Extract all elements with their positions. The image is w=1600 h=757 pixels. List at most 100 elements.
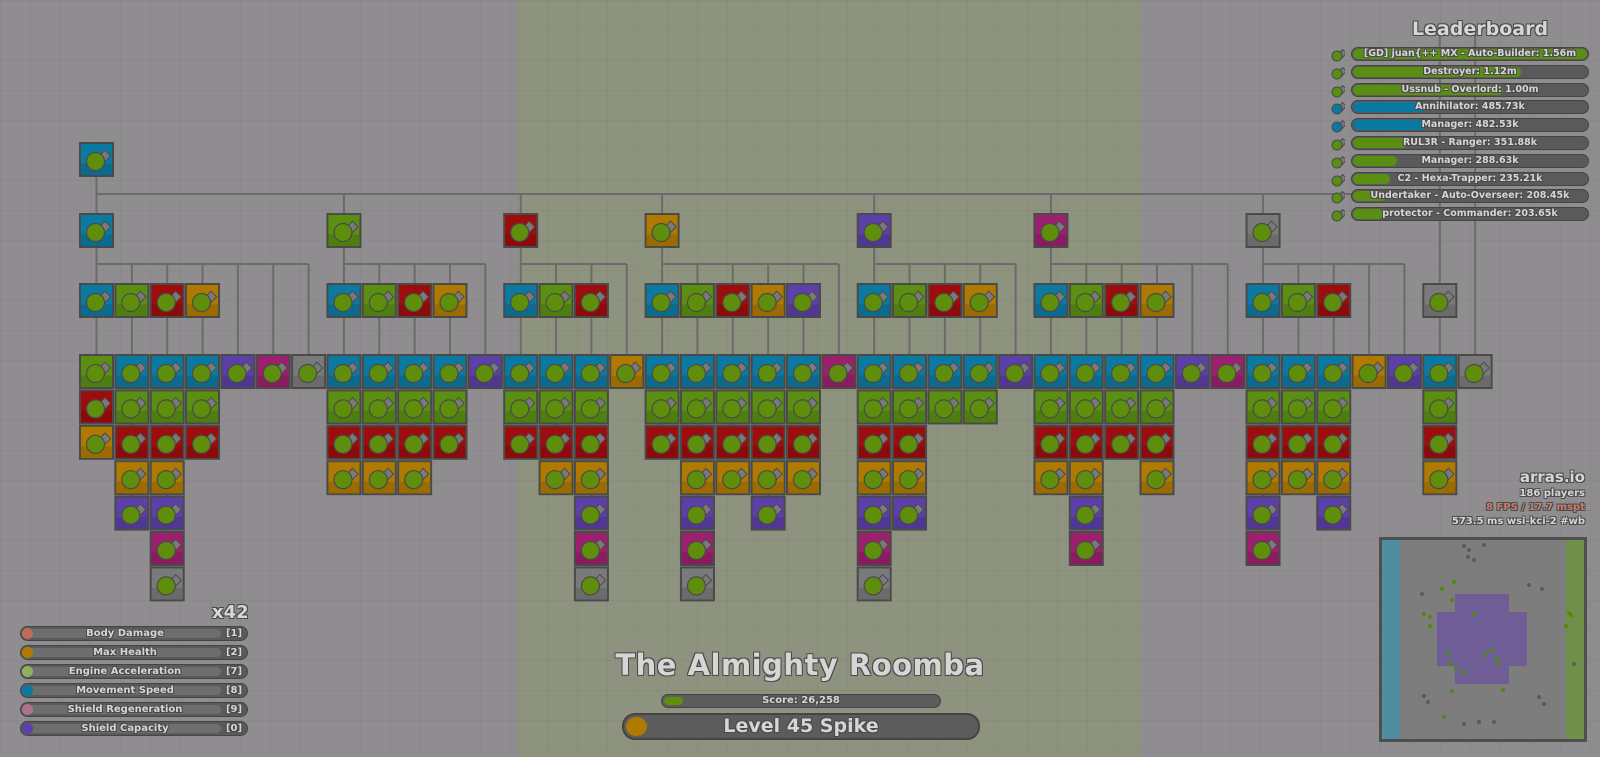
- upgrade-tank-tier3[interactable]: [149, 424, 185, 460]
- upgrade-tank-tier3[interactable]: [573, 531, 609, 566]
- upgrade-tank-tier2[interactable]: [1139, 283, 1175, 318]
- stat-upgrade-max-health[interactable]: Max Health [2]: [20, 644, 248, 660]
- upgrade-tank-tier3[interactable]: [114, 424, 150, 460]
- upgrade-tank-tier3[interactable]: [1422, 389, 1458, 425]
- upgrade-tank-tier3[interactable]: [361, 460, 397, 496]
- upgrade-tank-tier3[interactable]: [114, 389, 150, 425]
- upgrade-tank-tier3[interactable]: [786, 460, 821, 496]
- upgrade-tank-tier3[interactable]: [1104, 389, 1140, 425]
- upgrade-tank-tier2[interactable]: [892, 283, 928, 318]
- upgrade-tank-tier3[interactable]: [573, 566, 609, 602]
- upgrade-tank-tier2[interactable]: [114, 283, 150, 318]
- upgrade-tank-tier1[interactable]: [1033, 213, 1069, 248]
- upgrade-tank-tier3[interactable]: [892, 389, 928, 425]
- upgrade-tank-tier3[interactable]: [1245, 460, 1281, 496]
- upgrade-tank-tier3[interactable]: [1139, 354, 1175, 389]
- upgrade-tank-tier3[interactable]: [1068, 389, 1104, 425]
- upgrade-tank-tier3[interactable]: [1104, 354, 1140, 389]
- upgrade-tank-tier3[interactable]: [538, 424, 574, 460]
- upgrade-tank-tier3[interactable]: [1033, 389, 1069, 425]
- upgrade-tank-tier2[interactable]: [1033, 283, 1069, 318]
- upgrade-tank-tier3[interactable]: [326, 389, 362, 425]
- upgrade-tank-tier3[interactable]: [114, 495, 150, 531]
- upgrade-tank-tier1[interactable]: [326, 213, 362, 248]
- upgrade-tank-tier3[interactable]: [149, 460, 185, 496]
- upgrade-tank-tier3[interactable]: [679, 531, 715, 566]
- upgrade-tank-tier3[interactable]: [149, 495, 185, 531]
- upgrade-tank-tier2[interactable]: [149, 283, 185, 318]
- upgrade-tank-tier2[interactable]: [185, 283, 221, 318]
- upgrade-tank-tier2[interactable]: [856, 283, 892, 318]
- stat-upgrade-engine-acceleration[interactable]: Engine Acceleration [7]: [20, 663, 248, 679]
- upgrade-tank-tier3[interactable]: [679, 566, 715, 602]
- upgrade-tank-tier3[interactable]: [927, 354, 963, 389]
- upgrade-tank-tier3[interactable]: [644, 389, 680, 425]
- upgrade-tank-tier3[interactable]: [432, 389, 468, 425]
- upgrade-tank-tier3[interactable]: [1174, 354, 1210, 389]
- upgrade-tank-tier2[interactable]: [927, 283, 963, 318]
- upgrade-tank-tier3[interactable]: [750, 389, 786, 425]
- upgrade-tank-tier3[interactable]: [1280, 389, 1316, 425]
- upgrade-tank-tier2[interactable]: [326, 283, 362, 318]
- upgrade-tank-tier3[interactable]: [1316, 460, 1352, 496]
- upgrade-tank-tier1[interactable]: [856, 213, 892, 248]
- upgrade-tank-tier3[interactable]: [786, 354, 821, 389]
- upgrade-tank-tier3[interactable]: [467, 354, 503, 389]
- stat-upgrade-movement-speed[interactable]: Movement Speed [8]: [20, 682, 248, 698]
- upgrade-tank-tier3[interactable]: [538, 460, 574, 496]
- upgrade-tank-tier3[interactable]: [609, 354, 645, 389]
- upgrade-tank-tier3[interactable]: [432, 354, 468, 389]
- upgrade-tank-tier3[interactable]: [679, 460, 715, 496]
- upgrade-tank-tier3[interactable]: [185, 389, 221, 425]
- upgrade-tank-tier3[interactable]: [927, 389, 963, 425]
- upgrade-tank-tier3[interactable]: [1386, 354, 1422, 389]
- upgrade-tank-tier3[interactable]: [856, 389, 892, 425]
- upgrade-tank-tier3[interactable]: [1280, 354, 1316, 389]
- stat-upgrade-shield-capacity[interactable]: Shield Capacity [0]: [20, 720, 248, 736]
- upgrade-tank-root[interactable]: [79, 142, 114, 177]
- upgrade-tank-tier3[interactable]: [715, 424, 751, 460]
- upgrade-tank-tier2[interactable]: [361, 283, 397, 318]
- upgrade-tank-tier3[interactable]: [573, 354, 609, 389]
- upgrade-tank-tier3[interactable]: [1068, 424, 1104, 460]
- upgrade-tank-tier3[interactable]: [786, 389, 821, 425]
- upgrade-tank-tier3[interactable]: [397, 389, 433, 425]
- upgrade-tank-tier1[interactable]: [644, 213, 680, 248]
- upgrade-tank-tier3[interactable]: [573, 424, 609, 460]
- upgrade-tank-tier3[interactable]: [397, 354, 433, 389]
- upgrade-tank-tier2[interactable]: [786, 283, 821, 318]
- upgrade-tank-tier3[interactable]: [892, 460, 928, 496]
- upgrade-tank-tier3[interactable]: [538, 389, 574, 425]
- upgrade-tank-tier2[interactable]: [397, 283, 433, 318]
- upgrade-tank-tier3[interactable]: [185, 424, 221, 460]
- upgrade-tank-tier2[interactable]: [573, 283, 609, 318]
- upgrade-tank-tier3[interactable]: [1422, 354, 1458, 389]
- upgrade-tank-tier3[interactable]: [326, 424, 362, 460]
- upgrade-tank-tier3[interactable]: [962, 354, 998, 389]
- upgrade-tank-tier3[interactable]: [361, 389, 397, 425]
- upgrade-tank-tier3[interactable]: [1316, 424, 1352, 460]
- upgrade-tank-tier3[interactable]: [1245, 389, 1281, 425]
- upgrade-tank-tier3[interactable]: [750, 495, 786, 531]
- upgrade-tank-tier2[interactable]: [432, 283, 468, 318]
- upgrade-tank-tier3[interactable]: [573, 495, 609, 531]
- upgrade-tank-tier3[interactable]: [538, 354, 574, 389]
- upgrade-tank-tier3[interactable]: [750, 460, 786, 496]
- upgrade-tank-tier3[interactable]: [998, 354, 1034, 389]
- upgrade-tank-tier3[interactable]: [432, 424, 468, 460]
- upgrade-tank-tier3[interactable]: [114, 460, 150, 496]
- upgrade-tank-tier3[interactable]: [114, 354, 150, 389]
- upgrade-tank-tier3[interactable]: [856, 566, 892, 602]
- upgrade-tank-tier3[interactable]: [1104, 424, 1140, 460]
- upgrade-tank-tier3[interactable]: [750, 354, 786, 389]
- upgrade-tank-tier3[interactable]: [1422, 424, 1458, 460]
- upgrade-tank-tier3[interactable]: [962, 389, 998, 425]
- upgrade-tank-tier3[interactable]: [679, 354, 715, 389]
- upgrade-tank-tier3[interactable]: [1139, 424, 1175, 460]
- upgrade-tank-tier3[interactable]: [503, 389, 539, 425]
- stat-upgrade-body-damage[interactable]: Body Damage [1]: [20, 626, 248, 641]
- upgrade-tank-tier3[interactable]: [1068, 495, 1104, 531]
- upgrade-tank-tier3[interactable]: [79, 424, 114, 460]
- upgrade-tank-tier2[interactable]: [715, 283, 751, 318]
- upgrade-tank-tier3[interactable]: [1457, 354, 1493, 389]
